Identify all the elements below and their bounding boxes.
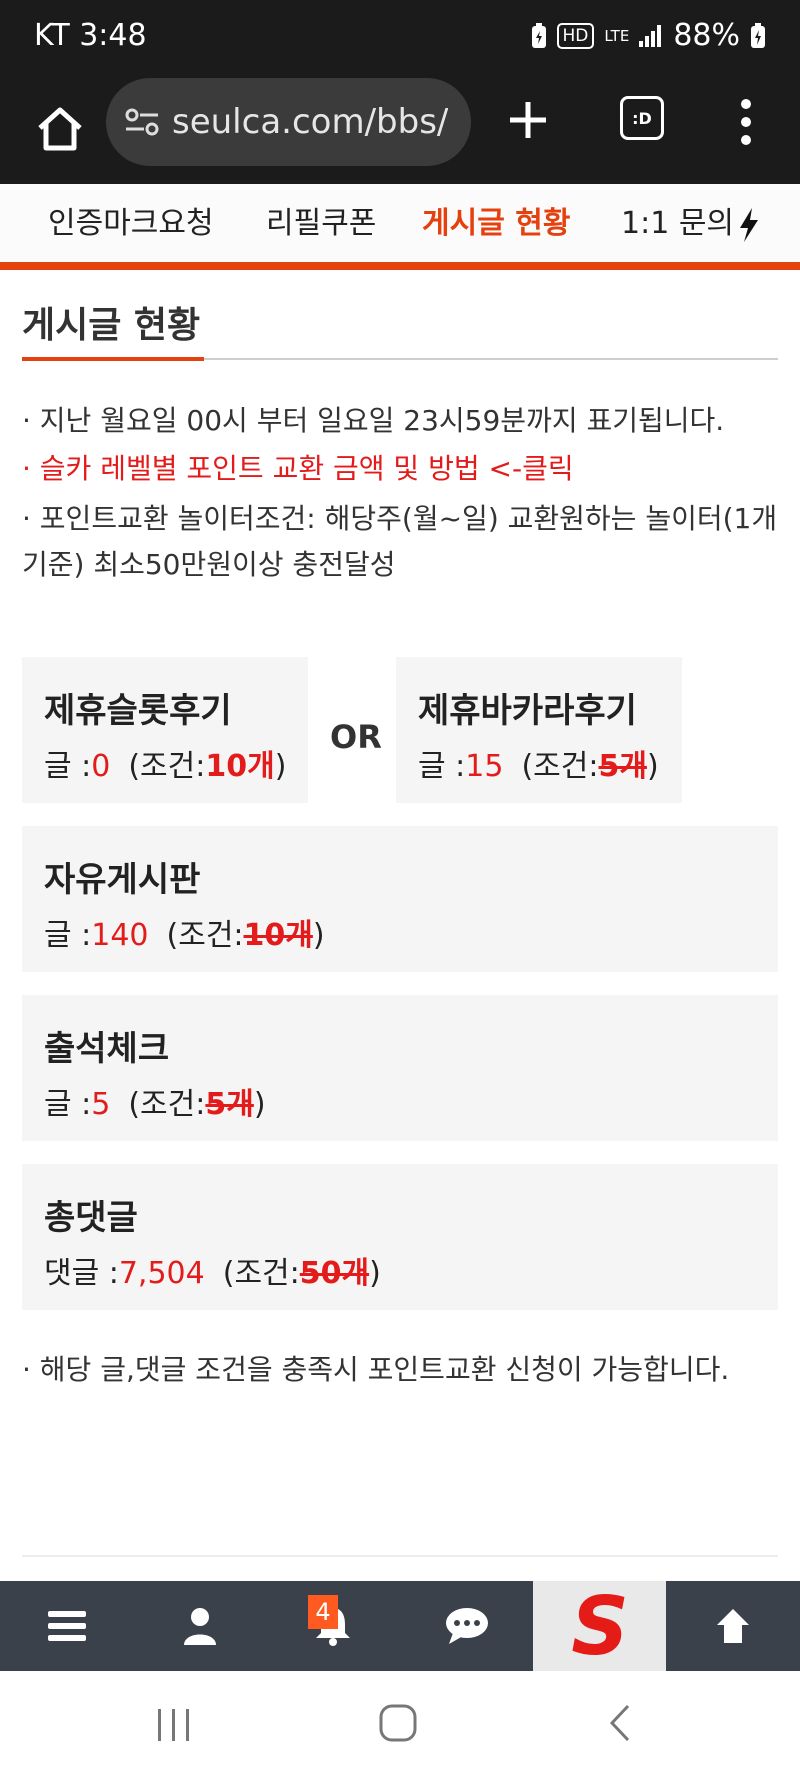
count-label: 글 : <box>44 1087 92 1122</box>
user-icon <box>183 1608 216 1645</box>
chat-icon <box>445 1608 488 1644</box>
bottom-app-bar: 4 S <box>0 1581 800 1671</box>
scroll-top-button[interactable] <box>666 1581 799 1671</box>
count-value: 5 <box>91 1087 111 1122</box>
count-label: 댓글 : <box>44 1256 119 1291</box>
card-title: 출석체크 <box>44 1029 170 1069</box>
count-value: 0 <box>91 749 111 784</box>
card-baccarat-review: 제휴바카라후기 글 :15 (조건:5개) <box>396 657 682 803</box>
site-settings-icon[interactable] <box>124 107 160 137</box>
home-circle-icon[interactable] <box>378 1703 418 1743</box>
signal-icon <box>639 24 662 47</box>
nav-item-certification-request[interactable]: 인증마크요청 <box>48 198 214 242</box>
home-icon[interactable] <box>30 98 90 158</box>
nav-item-refill-coupon[interactable]: 리필쿠폰 <box>266 198 376 242</box>
card-free-board: 자유게시판 글 :140 (조건:10개) <box>22 826 778 972</box>
scroll-top-icon <box>716 1609 749 1643</box>
battery-percent: 88% <box>673 18 740 53</box>
hd-icon: HD <box>556 22 595 49</box>
chat-button[interactable] <box>400 1581 533 1671</box>
card-count: 글 :15 (조건:5개) <box>418 741 659 785</box>
card-count: 글 :5 (조건:5개) <box>44 1079 266 1123</box>
new-tab-icon[interactable] <box>506 98 550 142</box>
card-count: 댓글 :7,504 (조건:50개) <box>44 1248 381 1292</box>
condition-prefix: (조건: <box>166 918 244 953</box>
condition-requirement: 5개 <box>205 1087 254 1122</box>
count-label: 글 : <box>44 749 92 784</box>
footer-divider <box>22 1555 778 1557</box>
system-nav-bar <box>0 1671 800 1778</box>
browser-toolbar: seulca.com/bbs/ :D <box>0 76 800 184</box>
title-divider <box>22 357 778 361</box>
card-total-comments: 총댓글 댓글 :7,504 (조건:50개) <box>22 1164 778 1310</box>
or-label: OR <box>330 718 382 756</box>
point-exchange-link[interactable]: · 슬카 레벨별 포인트 교환 금액 및 방법 <-클릭 <box>22 446 778 492</box>
count-value: 7,504 <box>118 1256 205 1291</box>
page-title: 게시글 현황 <box>22 305 201 346</box>
more-menu-icon[interactable] <box>736 98 756 146</box>
status-time: KT 3:48 <box>34 18 147 53</box>
count-label: 글 : <box>44 918 92 953</box>
logo-letter: S <box>571 1588 629 1664</box>
condition-prefix: (조건: <box>222 1256 300 1291</box>
address-bar[interactable]: seulca.com/bbs/ <box>106 78 471 166</box>
recent-apps-icon[interactable] <box>154 1707 194 1743</box>
back-icon[interactable] <box>606 1703 634 1743</box>
card-count: 글 :0 (조건:10개) <box>44 741 286 785</box>
condition-suffix: ) <box>312 918 325 953</box>
nav-item-inquiry[interactable]: 1:1 문의 <box>621 198 760 242</box>
condition-prefix: (조건: <box>521 749 599 784</box>
battery-icon <box>751 22 765 48</box>
condition-prefix: (조건: <box>128 749 206 784</box>
title-accent-line <box>22 357 204 361</box>
site-top-nav: 인증마크요청 리필쿠폰 게시글 현황 1:1 문의 <box>0 184 800 270</box>
menu-icon <box>47 1611 86 1641</box>
condition-requirement: 10개 <box>243 918 313 953</box>
condition-suffix: ) <box>274 749 287 784</box>
condition-suffix: ) <box>646 749 659 784</box>
nav-item-inquiry-label: 1:1 문의 <box>621 206 735 241</box>
notification-badge: 4 <box>308 1595 338 1629</box>
status-icons: HD LTE 88% <box>531 18 767 53</box>
user-button[interactable] <box>133 1581 266 1671</box>
site-logo: S <box>571 1588 629 1664</box>
condition-suffix: ) <box>369 1256 381 1291</box>
condition-suffix: ) <box>253 1087 266 1122</box>
card-title: 제휴슬롯후기 <box>44 691 232 731</box>
condition-requirement: 50개 <box>299 1256 370 1291</box>
count-value: 15 <box>465 749 504 784</box>
condition-prefix: (조건: <box>128 1087 206 1122</box>
menu-button[interactable] <box>0 1581 133 1671</box>
card-title: 제휴바카라후기 <box>418 691 637 731</box>
count-value: 140 <box>91 918 149 953</box>
site-logo-button[interactable]: S <box>533 1581 666 1671</box>
lightning-icon <box>740 207 759 242</box>
lte-icon: LTE <box>604 26 630 45</box>
status-bar: KT 3:48 HD LTE 88% <box>0 0 800 76</box>
condition-requirement: 10개 <box>205 749 275 784</box>
card-count: 글 :140 (조건:10개) <box>44 910 325 954</box>
url-text[interactable]: seulca.com/bbs/ <box>172 102 448 142</box>
footer-note: · 해당 글,댓글 조건을 충족시 포인트교환 신청이 가능합니다. <box>22 1353 730 1386</box>
nav-item-post-status[interactable]: 게시글 현황 <box>422 198 570 242</box>
card-slot-review: 제휴슬롯후기 글 :0 (조건:10개) <box>22 657 308 803</box>
battery-saver-icon <box>531 22 546 48</box>
note-period: · 지난 월요일 00시 부터 일요일 23시59분까지 표기됩니다. <box>22 404 725 437</box>
card-title: 자유게시판 <box>44 860 201 900</box>
count-label: 글 : <box>418 749 466 784</box>
condition-requirement: 5개 <box>598 749 647 784</box>
note-exchange-condition: · 포인트교환 놀이터조건: 해당주(월~일) 교환원하는 놀이터(1개기준) … <box>22 502 778 581</box>
card-title: 총댓글 <box>44 1198 138 1238</box>
tabs-icon[interactable]: :D <box>620 96 664 140</box>
card-attendance: 출석체크 글 :5 (조건:5개) <box>22 995 778 1141</box>
